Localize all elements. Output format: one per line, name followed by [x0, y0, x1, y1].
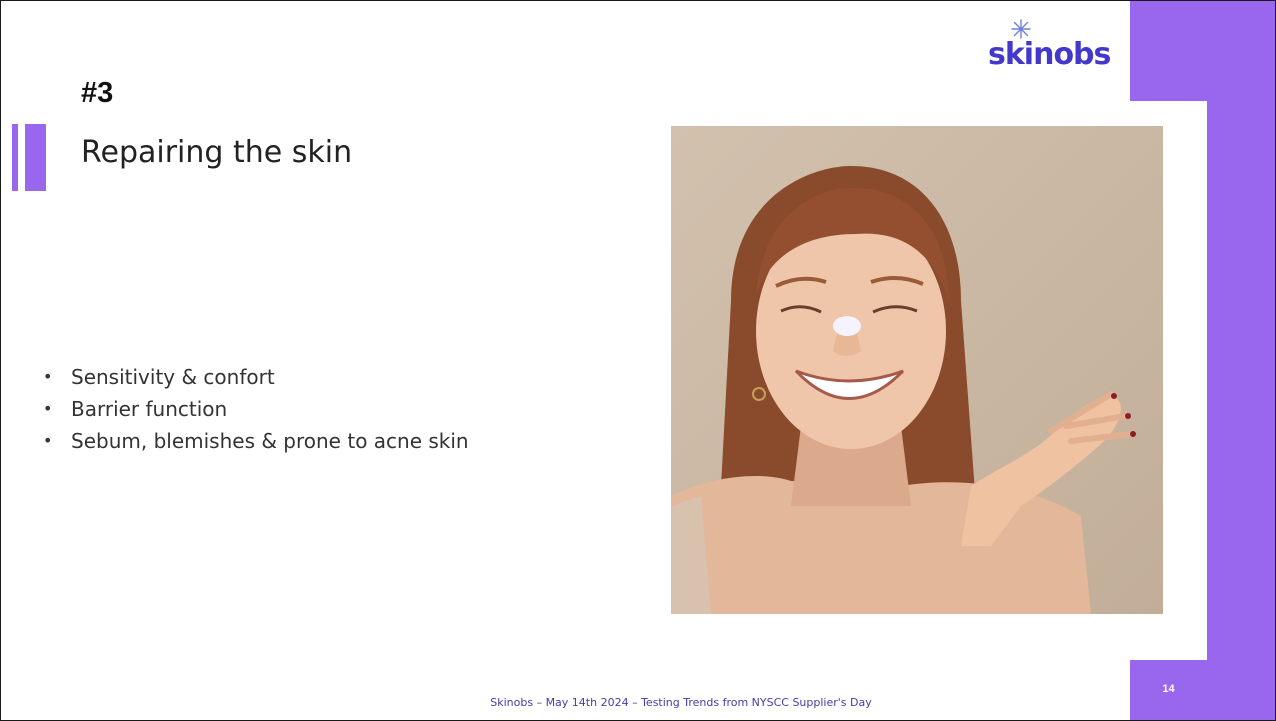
footer-text: Skinobs – May 14th 2024 – Testing Trends…	[490, 696, 872, 709]
section-number: #3	[81, 77, 114, 109]
title-accent-bar-thin	[12, 124, 18, 191]
accent-strip-right	[1207, 101, 1275, 661]
logo-text: skinobs	[988, 37, 1111, 72]
skinobs-logo: skinobs	[988, 19, 1118, 79]
list-item: • Sensitivity & confort	[43, 365, 275, 389]
woman-smiling-with-cream-on-nose-photo	[671, 126, 1163, 614]
title-accent-bar-thick	[25, 124, 46, 191]
list-item: • Sebum, blemishes & prone to acne skin	[43, 429, 469, 453]
snowflake-star-icon	[1011, 19, 1031, 39]
list-item: • Barrier function	[43, 397, 228, 421]
slide-title: Repairing the skin	[81, 135, 353, 170]
bullet-list: • Sensitivity & confort • Barrier function…	[39, 361, 469, 457]
accent-block-top-right	[1130, 1, 1275, 101]
page-number: 14	[1162, 683, 1175, 695]
slide: 14 #3 Repairing the skin skinobs • Sensit…	[0, 0, 1276, 721]
